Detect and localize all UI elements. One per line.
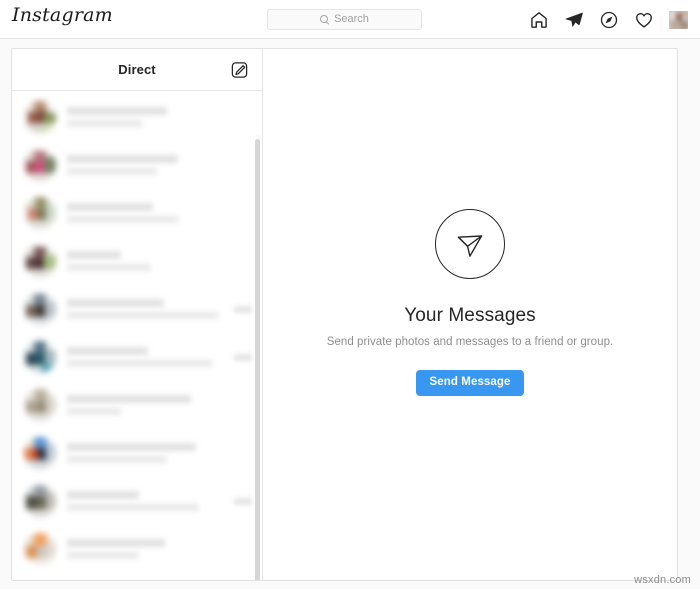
top-navigation-bar: Instagram Search xyxy=(0,0,700,39)
thread-time xyxy=(234,353,252,361)
thread-name xyxy=(67,395,191,403)
thread-text xyxy=(67,491,228,511)
explore-compass-icon[interactable] xyxy=(599,10,619,30)
nav-icon-group xyxy=(529,0,688,39)
thread-name xyxy=(67,155,178,163)
home-icon[interactable] xyxy=(529,10,549,30)
conversation-list[interactable] xyxy=(12,91,262,580)
thread-name xyxy=(67,347,148,355)
empty-state-title: Your Messages xyxy=(404,304,536,326)
list-item[interactable] xyxy=(12,333,262,381)
thread-preview xyxy=(67,504,200,511)
thread-name xyxy=(67,491,140,499)
thread-name xyxy=(67,251,121,259)
thread-text xyxy=(67,251,246,271)
direct-messages-card: Direct Your Messages Send private photos… xyxy=(11,48,678,581)
watermark: wsxdn.com xyxy=(634,574,691,586)
list-item[interactable] xyxy=(12,477,262,525)
message-empty-state-panel: Your Messages Send private photos and me… xyxy=(263,49,677,580)
thread-preview xyxy=(67,168,157,175)
heart-activity-icon[interactable] xyxy=(634,10,654,30)
avatar xyxy=(24,485,56,517)
paper-plane-in-circle-icon xyxy=(435,208,505,279)
thread-preview xyxy=(67,456,168,463)
list-item[interactable] xyxy=(12,429,262,477)
thread-name xyxy=(67,299,164,307)
thread-name xyxy=(67,443,196,451)
send-message-button[interactable]: Send Message xyxy=(416,369,524,397)
conversation-list-panel: Direct xyxy=(12,49,263,580)
list-item[interactable] xyxy=(12,525,262,573)
avatar xyxy=(24,293,56,325)
avatar xyxy=(24,437,56,469)
list-item[interactable] xyxy=(12,237,262,285)
avatar xyxy=(24,149,56,181)
thread-text xyxy=(67,299,228,319)
thread-preview xyxy=(67,360,212,367)
thread-name xyxy=(67,203,153,211)
thread-text xyxy=(67,539,246,559)
thread-preview xyxy=(67,120,143,127)
list-item[interactable] xyxy=(12,141,262,189)
avatar xyxy=(24,197,56,229)
avatar xyxy=(24,389,56,421)
thread-preview xyxy=(67,408,121,415)
compose-new-message-icon[interactable] xyxy=(230,60,249,79)
thread-preview xyxy=(67,216,178,223)
avatar xyxy=(24,245,56,277)
empty-state-subtitle: Send private photos and messages to a fr… xyxy=(326,335,614,348)
thread-text xyxy=(67,347,228,367)
thread-preview xyxy=(67,552,139,559)
list-item[interactable] xyxy=(12,189,262,237)
thread-text xyxy=(67,443,246,463)
thread-preview xyxy=(67,312,219,319)
list-item[interactable] xyxy=(12,381,262,429)
list-item[interactable] xyxy=(12,285,262,333)
thread-text xyxy=(67,395,246,415)
thread-text xyxy=(67,203,246,223)
page-title: Direct xyxy=(118,62,156,77)
direct-header: Direct xyxy=(12,49,262,91)
avatar xyxy=(24,101,56,133)
list-item[interactable] xyxy=(12,93,262,141)
thread-time xyxy=(234,497,252,505)
avatar xyxy=(24,341,56,373)
search-placeholder: Search xyxy=(334,13,369,25)
scrollbar-thumb[interactable] xyxy=(255,139,260,580)
thread-preview xyxy=(67,264,152,271)
thread-name xyxy=(67,107,168,115)
search-input[interactable]: Search xyxy=(267,9,422,30)
thread-text xyxy=(67,107,246,127)
instagram-logo[interactable]: Instagram xyxy=(12,4,113,26)
thread-time xyxy=(234,305,252,313)
direct-send-icon[interactable] xyxy=(564,10,584,30)
search-icon xyxy=(320,15,329,24)
thread-text xyxy=(67,155,246,175)
avatar xyxy=(24,533,56,565)
thread-name xyxy=(67,539,166,547)
profile-avatar[interactable] xyxy=(669,10,688,29)
